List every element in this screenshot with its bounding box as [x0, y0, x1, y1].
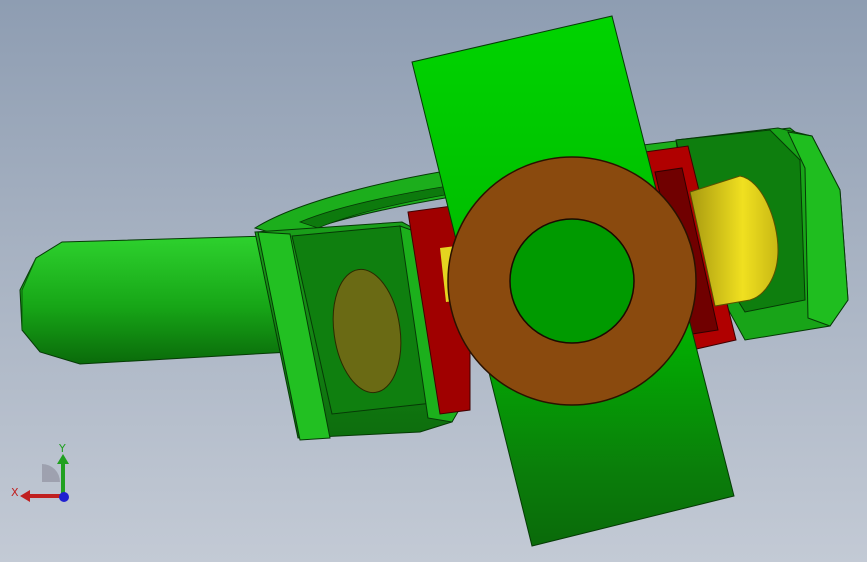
triad-plane-icon: [42, 464, 60, 482]
shaft[interactable]: [19, 235, 291, 365]
graphics-viewport[interactable]: Y X: [0, 0, 867, 562]
washer-bore: [509, 218, 635, 344]
coordinate-triad[interactable]: Y X: [8, 438, 78, 510]
x-axis-arrow-icon: [20, 490, 30, 502]
x-axis-label: X: [11, 486, 19, 499]
3d-model-scene[interactable]: [0, 0, 867, 562]
y-axis-label: Y: [58, 442, 66, 455]
z-axis-icon: [59, 492, 69, 502]
bronze-washer[interactable]: [447, 156, 697, 406]
y-axis-arrow-icon: [57, 454, 69, 464]
